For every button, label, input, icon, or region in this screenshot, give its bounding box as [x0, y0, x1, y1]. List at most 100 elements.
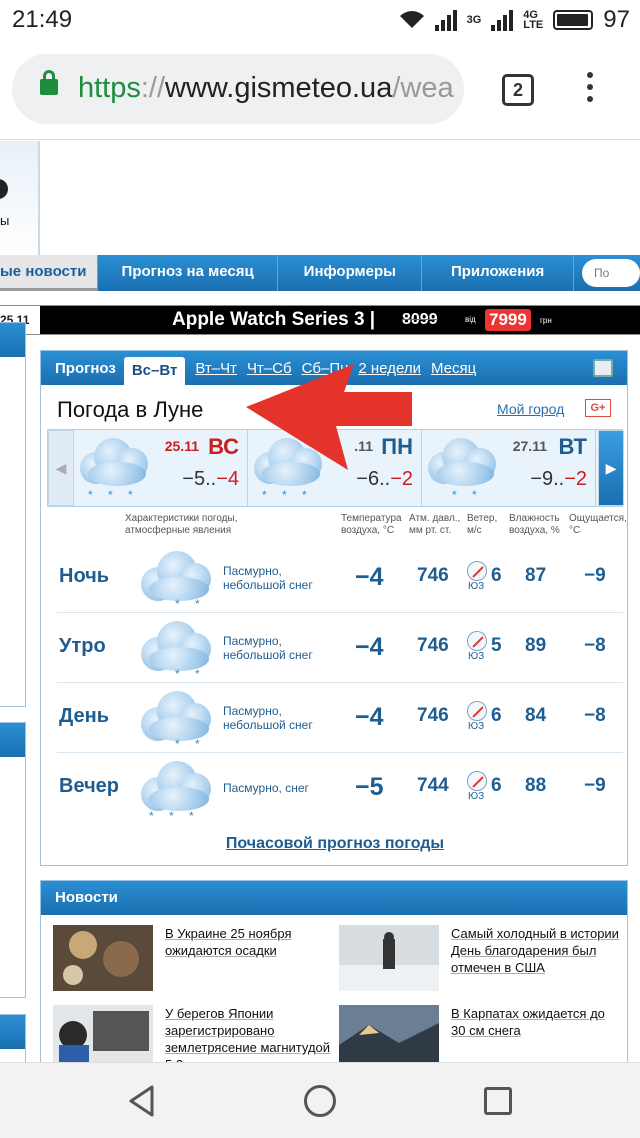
table-row: Утро * * Пасмурно, небольшой снег −4 746…	[57, 613, 623, 683]
day-card[interactable]: * * 27.11 ВТ −9..−2	[424, 430, 596, 506]
row-feels-like: −8	[584, 705, 606, 726]
row-wind-speed: 5	[491, 635, 502, 656]
col-pressure: Атм. давл., мм рт. ст.	[409, 513, 461, 536]
row-description: Пасмурно, снег	[223, 781, 309, 795]
day-name: ВТ	[558, 434, 588, 459]
search-input[interactable]: По	[581, 259, 640, 287]
my-city-link[interactable]: Мой город	[497, 401, 564, 417]
apple-watch-banner[interactable]: 25.11 Apple Watch Series 3 | 8099 від 79…	[0, 305, 640, 335]
col-wind: Ветер, м/с	[467, 513, 498, 536]
row-wind-speed: 6	[491, 775, 502, 796]
news-headline[interactable]: В Украине 25 ноября ожидаются осадки	[165, 925, 335, 959]
day-temp-min: −5..	[182, 468, 217, 490]
next-arrow-icon[interactable]: ▶	[598, 430, 624, 506]
row-pressure: 746	[417, 705, 449, 726]
day-card[interactable]: * * * 25.11 ВС −5..−4	[76, 430, 248, 506]
snow-icon: * *	[175, 597, 206, 611]
tab-month[interactable]: Месяц	[431, 360, 476, 377]
nav-item-apps[interactable]: Приложения	[422, 255, 574, 291]
nav-item-news[interactable]: ые новости	[0, 255, 98, 291]
gplus-button[interactable]: G+	[585, 399, 611, 417]
banner-price: 7999	[485, 309, 531, 331]
banner-currency: грн	[540, 316, 552, 325]
left-column-header	[0, 323, 25, 357]
left-column-header-3	[0, 1015, 25, 1049]
row-temperature: −5	[355, 773, 384, 801]
recents-icon[interactable]	[484, 1087, 512, 1115]
forecast-tab-title: Прогноз	[55, 359, 116, 377]
day-temp-max: −2	[564, 468, 587, 490]
status-time: 21:49	[12, 6, 73, 33]
menu-icon[interactable]	[582, 72, 598, 108]
row-wind-direction: ЮЗ	[468, 651, 485, 662]
row-temperature: −4	[355, 633, 384, 661]
tab-sun-tue[interactable]: Вс–Вт	[123, 357, 186, 385]
network-4g: 4G LTE	[523, 9, 544, 31]
row-pressure: 746	[417, 635, 449, 656]
lock-icon[interactable]	[40, 70, 58, 95]
row-label: День	[59, 705, 109, 727]
url-scheme: https	[78, 72, 141, 104]
left-column-block	[0, 322, 26, 707]
wind-icon	[467, 701, 487, 721]
news-headline[interactable]: В Карпатах ожидается до 30 см снега	[451, 1005, 621, 1039]
day-date: 27.11	[512, 438, 547, 454]
left-column-block-3	[0, 1014, 26, 1064]
wind-icon	[467, 561, 487, 581]
column-headers: Характеристики погоды, атмосферные явлен…	[41, 511, 629, 543]
ad-label: ы	[0, 213, 10, 228]
row-pressure: 746	[417, 565, 449, 586]
news-header: Новости	[41, 881, 627, 915]
table-row: День * * Пасмурно, небольшой снег −4 746…	[57, 683, 623, 753]
red-arrow-annotation	[246, 364, 412, 470]
col-feels: Ощущается, °С	[569, 513, 627, 536]
snow-icon: * * *	[149, 809, 200, 823]
news-item[interactable]: Самый холодный в истории День благодарен…	[339, 925, 619, 995]
url-text[interactable]: https://www.gismeteo.ua/wea	[78, 72, 454, 105]
back-icon[interactable]	[128, 1085, 156, 1117]
side-ad[interactable]: ы	[0, 141, 40, 255]
col-temp: Температура воздуха, °С	[341, 513, 402, 536]
snow-icon: * *	[452, 488, 483, 502]
snow-icon: * *	[175, 667, 206, 681]
page-title: Погода в Луне	[57, 397, 204, 422]
row-feels-like: −9	[584, 565, 606, 586]
news-thumbnail[interactable]	[339, 925, 439, 991]
prev-arrow-icon[interactable]: ◀	[48, 430, 74, 506]
system-navigation-bar	[0, 1062, 640, 1138]
status-bar: 21:49 3G 4G LTE 97	[0, 0, 640, 40]
table-row: Ночь * * Пасмурно, небольшой снег −4 746…	[57, 543, 623, 613]
banner-title: Apple Watch Series 3 |	[172, 309, 376, 330]
url-separator: ://	[140, 72, 166, 104]
battery-level: 97	[603, 6, 630, 33]
left-column-block-2	[0, 722, 26, 998]
row-feels-like: −8	[584, 635, 606, 656]
news-item[interactable]: В Украине 25 ноября ожидаются осадки	[53, 925, 333, 995]
row-wind-direction: ЮЗ	[468, 791, 485, 802]
wind-icon	[467, 771, 487, 791]
url-host: www.gismeteo.ua	[165, 72, 393, 104]
col-conditions: Характеристики погоды, атмосферные явлен…	[125, 513, 238, 536]
signal-icon	[434, 9, 457, 31]
tabs-button[interactable]: 2	[502, 74, 534, 106]
nav-item-informers[interactable]: Информеры	[278, 255, 423, 291]
row-description: Пасмурно, небольшой снег	[223, 634, 313, 662]
print-icon[interactable]	[593, 359, 613, 377]
row-label: Вечер	[59, 775, 120, 797]
row-humidity: 88	[525, 775, 547, 796]
home-icon[interactable]	[304, 1085, 336, 1117]
snow-icon: * * *	[88, 488, 139, 502]
row-description: Пасмурно, небольшой снег	[223, 704, 313, 732]
news-panel: Новости В Украине 25 ноября ожидаются ос…	[40, 880, 628, 1080]
nav-item-month[interactable]: Прогноз на месяц	[98, 255, 279, 291]
site-nav: ые новости Прогноз на месяц Информеры Пр…	[0, 255, 640, 291]
url-path: /wea	[392, 72, 454, 104]
row-label: Ночь	[59, 565, 110, 587]
row-temperature: −4	[355, 703, 384, 731]
tab-tue-thu[interactable]: Вт–Чт	[195, 360, 237, 377]
row-temperature: −4	[355, 563, 384, 591]
hourly-forecast-link[interactable]: Почасовой прогноз погоды	[41, 835, 629, 853]
news-thumbnail[interactable]	[53, 925, 153, 991]
address-bar[interactable]: https://www.gismeteo.ua/wea	[12, 54, 464, 124]
news-headline[interactable]: Самый холодный в истории День благодарен…	[451, 925, 621, 976]
